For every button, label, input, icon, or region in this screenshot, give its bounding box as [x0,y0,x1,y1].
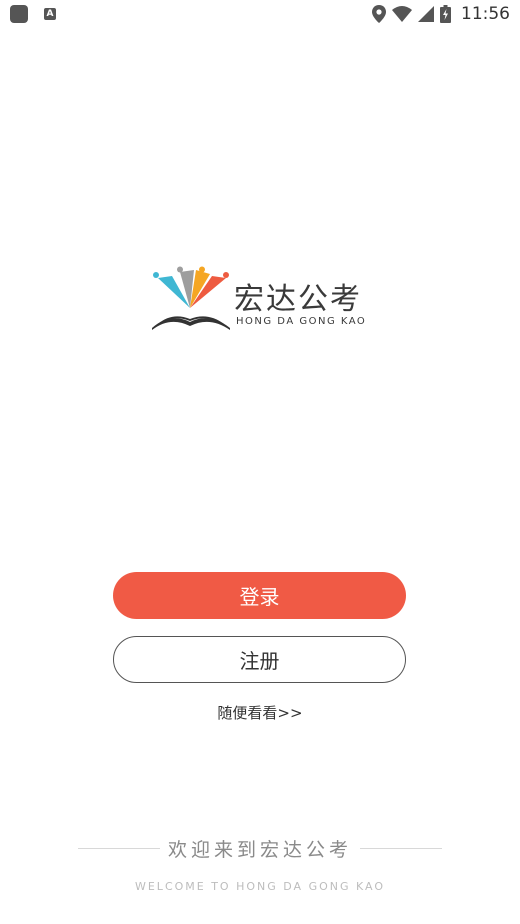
welcome-row: 欢迎来到宏达公考 [78,834,443,862]
status-left: A [10,5,56,23]
book-people-icon [152,266,230,330]
status-right: 11:56 [372,4,510,24]
wifi-icon [392,6,412,22]
welcome-divider-right [360,847,443,849]
browse-link[interactable]: 随便看看>> [0,702,520,723]
status-time: 11:56 [461,4,510,24]
a-notification-icon: A [44,8,56,20]
welcome-text: 欢迎来到宏达公考 [168,838,353,861]
location-icon [372,5,386,23]
app-square-icon [10,5,28,23]
register-button[interactable]: 注册 [113,636,406,683]
app-logo: 宏达公考 HONG DA GONG KAO [150,266,372,332]
login-button[interactable]: 登录 [113,572,406,619]
welcome-divider-left [78,847,160,849]
login-screen: A 11:56 宏达公考 HONG DA GONG KAO 登录 注册 随便看看… [0,0,520,924]
logo-subtitle: HONG DA GONG KAO [236,316,367,327]
signal-icon [418,6,434,22]
logo-title: 宏达公考 [234,282,362,317]
welcome-english: WELCOME TO HONG DA GONG KAO [134,880,386,893]
status-bar: A 11:56 [0,0,520,28]
battery-icon [440,5,451,23]
